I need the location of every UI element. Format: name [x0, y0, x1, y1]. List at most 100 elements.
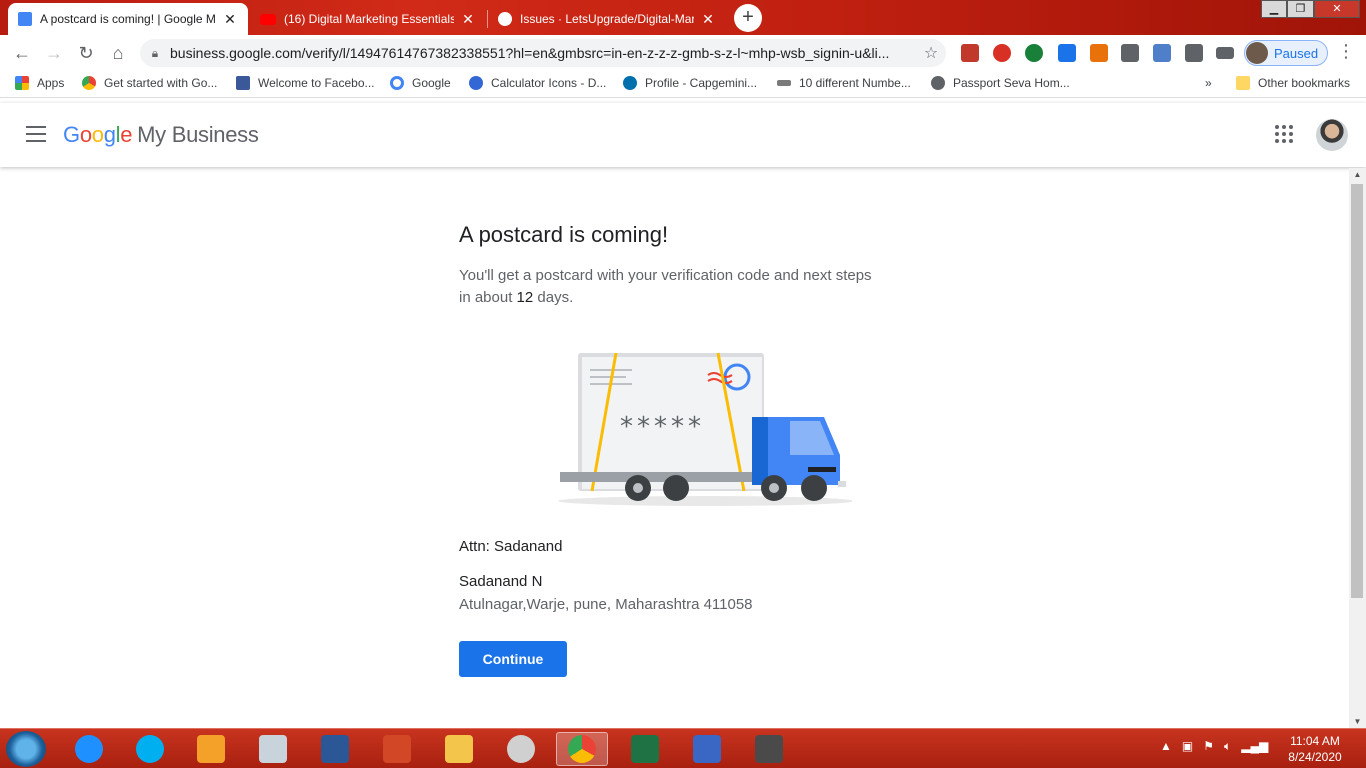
extension-opera-icon[interactable]	[993, 44, 1011, 62]
bookmark-facebook[interactable]: Welcome to Facebo...	[236, 76, 375, 90]
recipient-address: Atulnagar,Warje, pune, Maharashtra 41105…	[459, 596, 753, 613]
extension-download-icon[interactable]	[1058, 44, 1076, 62]
taskbar-excel[interactable]	[619, 732, 671, 766]
account-avatar[interactable]	[1316, 119, 1348, 151]
extensions-puzzle-icon[interactable]	[1185, 44, 1203, 62]
extension-book-icon[interactable]	[961, 44, 979, 62]
bookmark-chrome[interactable]: Get started with Go...	[82, 76, 217, 90]
app-header: Google My Business	[0, 103, 1366, 167]
extension-camera-icon[interactable]	[1153, 44, 1171, 62]
system-tray[interactable]: ▲ ▣ ⚑ 🔈︎ ▂▄▆	[1160, 739, 1268, 754]
verification-description: You'll get a postcard with your verifica…	[459, 267, 872, 306]
bookmark-calculator[interactable]: Calculator Icons - D...	[469, 76, 606, 90]
scroll-up-icon[interactable]: ▲	[1349, 170, 1366, 179]
extension-grammarly-icon[interactable]	[1025, 44, 1043, 62]
google-my-business-logo[interactable]: Google My Business	[63, 122, 259, 148]
chrome-icon	[82, 76, 96, 90]
other-bookmarks[interactable]: Other bookmarks	[1236, 76, 1350, 90]
profile-paused-button[interactable]: Paused	[1244, 40, 1328, 66]
taskbar-chrome[interactable]	[556, 732, 608, 766]
media-player-icon	[197, 735, 225, 763]
tab-title: (16) Digital Marketing Essentials | YouT…	[284, 12, 454, 26]
bookmark-label: 10 different Numbe...	[799, 76, 911, 90]
address-bar[interactable]: 🔒︎ business.google.com/verify/l/14947614…	[140, 39, 946, 67]
taskbar-media-player[interactable]	[185, 732, 237, 766]
reading-list-icon[interactable]	[1216, 47, 1234, 59]
taskbar-sublime-text[interactable]	[743, 732, 795, 766]
chrome-icon	[568, 735, 596, 763]
bookmark-label: Other bookmarks	[1258, 76, 1351, 90]
internet-explorer-icon	[75, 735, 103, 763]
folder-icon	[445, 735, 473, 763]
close-icon[interactable]: ✕	[700, 11, 716, 28]
taskbar-word[interactable]	[309, 732, 361, 766]
taskbar-clock[interactable]: 11:04 AM 8/24/2020	[1280, 733, 1350, 765]
extension-facebook-icon[interactable]	[1121, 44, 1139, 62]
apps-grid-icon	[15, 76, 29, 90]
signal-icon[interactable]: ▂▄▆	[1241, 739, 1268, 753]
tab-github[interactable]: Issues · LetsUpgrade/Digital-Marketing ✕	[488, 3, 726, 35]
taskbar-file-explorer[interactable]	[433, 732, 485, 766]
new-tab-button[interactable]: +	[734, 4, 762, 32]
browser-menu-icon[interactable]: ⋮	[1336, 41, 1356, 62]
bookmark-star-icon[interactable]: ☆	[916, 43, 946, 63]
attention-line: Attn: Sadanand	[459, 538, 563, 555]
menu-icon[interactable]	[26, 126, 46, 144]
bookmarks-overflow-button[interactable]: »	[1205, 76, 1212, 90]
extension-pin-icon[interactable]	[1090, 44, 1108, 62]
bookmark-numbers[interactable]: 10 different Numbe...	[777, 76, 911, 90]
bookmark-google[interactable]: Google	[390, 76, 451, 90]
volume-icon[interactable]: 🔈︎	[1224, 739, 1231, 753]
globe-icon	[931, 76, 945, 90]
taskbar-presentation[interactable]	[371, 732, 423, 766]
action-center-flag-icon[interactable]: ⚑	[1203, 739, 1214, 753]
postcard-code: *****	[620, 412, 705, 442]
network-device-icon[interactable]: ▣	[1182, 739, 1193, 753]
bookmark-label: Apps	[37, 76, 65, 90]
sublime-text-icon	[755, 735, 783, 763]
forward-icon[interactable]: →	[42, 41, 66, 65]
window-close-button[interactable]: ✕	[1314, 0, 1360, 18]
show-hidden-icons-icon[interactable]: ▲	[1160, 739, 1172, 753]
bookmark-label: Calculator Icons - D...	[491, 76, 607, 90]
github-icon	[498, 12, 512, 26]
word-icon	[321, 735, 349, 763]
scroll-down-icon[interactable]: ▼	[1349, 717, 1366, 726]
url-text: business.google.com/verify/l/14947614767…	[170, 45, 890, 61]
close-icon[interactable]: ✕	[222, 11, 238, 28]
scrollbar-thumb[interactable]	[1351, 184, 1363, 598]
tab-youtube[interactable]: (16) Digital Marketing Essentials | YouT…	[250, 3, 486, 35]
main-content: A postcard is coming! You'll get a postc…	[459, 222, 879, 309]
back-icon[interactable]: ←	[10, 41, 34, 65]
page-scrollbar[interactable]: ▲ ▼	[1349, 168, 1366, 728]
google-apps-icon[interactable]	[1275, 125, 1293, 143]
reload-icon[interactable]: ↻	[74, 41, 98, 65]
taskbar-calculator[interactable]	[247, 732, 299, 766]
avatar	[1246, 42, 1268, 64]
facebook-icon	[236, 76, 250, 90]
taskbar-snipping-tool[interactable]	[495, 732, 547, 766]
maximize-button[interactable]: ❐	[1287, 0, 1314, 18]
bookmark-passport[interactable]: Passport Seva Hom...	[931, 76, 1070, 90]
continue-button[interactable]: Continue	[459, 641, 567, 677]
scissors-icon	[507, 735, 535, 763]
clock-date: 8/24/2020	[1288, 750, 1342, 764]
minimize-button[interactable]: ▁	[1261, 0, 1287, 18]
bookmark-label: Passport Seva Hom...	[953, 76, 1070, 90]
bookmark-apps[interactable]: Apps	[15, 76, 64, 90]
start-button[interactable]	[6, 731, 46, 767]
taskbar-skype[interactable]	[124, 732, 176, 766]
profile-status: Paused	[1274, 45, 1319, 61]
bookmark-capgemini[interactable]: Profile - Capgemini...	[623, 76, 757, 90]
taskbar-castle-app[interactable]	[681, 732, 733, 766]
truck-bed	[560, 472, 760, 482]
page-title: A postcard is coming!	[459, 222, 669, 247]
tab-gmb[interactable]: A postcard is coming! | Google My Busine…	[8, 3, 248, 35]
postcard-truck-illustration: *****	[558, 352, 852, 506]
home-icon[interactable]: ⌂	[106, 41, 130, 65]
google-icon	[390, 76, 404, 90]
tab-strip: A postcard is coming! | Google My Busine…	[0, 0, 1366, 35]
taskbar-internet-explorer[interactable]	[63, 732, 115, 766]
close-icon[interactable]: ✕	[460, 11, 476, 28]
bookmark-label: Google	[412, 76, 451, 90]
